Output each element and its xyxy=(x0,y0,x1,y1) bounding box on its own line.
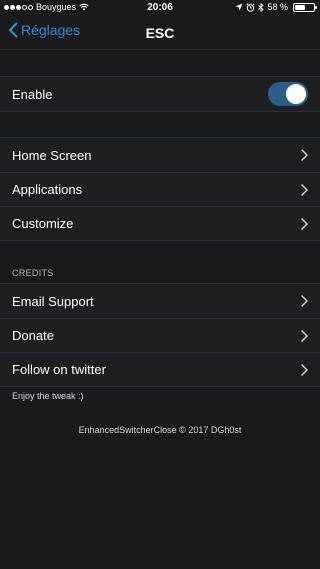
alarm-clock-icon xyxy=(246,2,256,12)
battery-icon xyxy=(293,2,317,12)
row-label: Donate xyxy=(12,328,54,343)
email-support-row[interactable]: Email Support xyxy=(0,284,320,318)
chevron-right-icon xyxy=(301,364,308,376)
chevron-right-icon xyxy=(301,218,308,230)
settings-group: Home Screen Applications Customize xyxy=(0,137,320,241)
row-label: Follow on twitter xyxy=(12,362,106,377)
navigation-bar: Réglages ESC xyxy=(0,16,320,50)
battery-percentage: 58 % xyxy=(267,2,288,12)
settings-screen: Bouygues 20:06 58 % Réglages ESC Enable … xyxy=(0,0,320,569)
nav-divider xyxy=(0,49,320,50)
credits-section-header: CREDITS xyxy=(12,268,54,278)
chevron-right-icon xyxy=(301,295,308,307)
page-title: ESC xyxy=(145,25,175,41)
status-bar-right: 58 % xyxy=(235,2,317,12)
home-screen-row[interactable]: Home Screen xyxy=(0,138,320,172)
credits-footer-note: Enjoy the tweak :) xyxy=(12,391,84,401)
enable-row: Enable xyxy=(0,77,320,111)
bluetooth-icon xyxy=(258,2,265,12)
chevron-right-icon xyxy=(301,330,308,342)
location-arrow-icon xyxy=(235,3,243,11)
follow-twitter-row[interactable]: Follow on twitter xyxy=(0,352,320,386)
chevron-right-icon xyxy=(301,149,308,161)
donate-row[interactable]: Donate xyxy=(0,318,320,352)
row-label: Applications xyxy=(12,182,83,197)
row-label: Email Support xyxy=(12,293,94,309)
customize-row[interactable]: Customize xyxy=(0,206,320,240)
applications-row[interactable]: Applications xyxy=(0,172,320,206)
credits-group: Email Support Donate Follow on twitter xyxy=(0,283,320,387)
status-bar: Bouygues 20:06 58 % xyxy=(0,0,320,16)
toggle-knob xyxy=(286,84,306,104)
row-label: Home Screen xyxy=(12,147,92,163)
enable-group: Enable xyxy=(0,76,320,112)
enable-label: Enable xyxy=(12,86,53,102)
chevron-right-icon xyxy=(301,184,308,196)
row-label: Customize xyxy=(12,216,74,231)
copyright-text: EnhancedSwitcherClose © 2017 DGh0st xyxy=(78,425,242,435)
enable-toggle[interactable] xyxy=(268,82,308,106)
